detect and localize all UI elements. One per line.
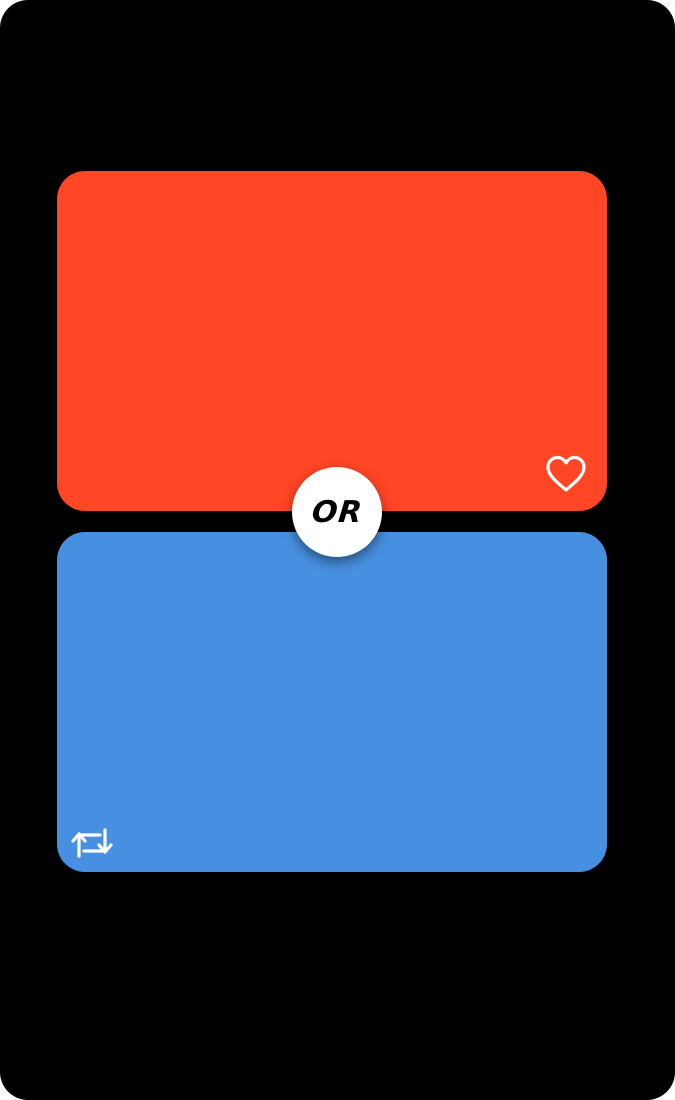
app-screen: OR bbox=[0, 0, 675, 1100]
repeat-icon bbox=[71, 828, 113, 858]
or-label: OR bbox=[309, 494, 365, 530]
like-button[interactable] bbox=[544, 452, 588, 496]
repeat-button[interactable] bbox=[70, 821, 114, 865]
heart-icon bbox=[546, 455, 586, 492]
or-divider-badge: OR bbox=[292, 467, 382, 557]
option-card-bottom[interactable] bbox=[57, 532, 607, 872]
option-card-top[interactable] bbox=[57, 171, 607, 511]
